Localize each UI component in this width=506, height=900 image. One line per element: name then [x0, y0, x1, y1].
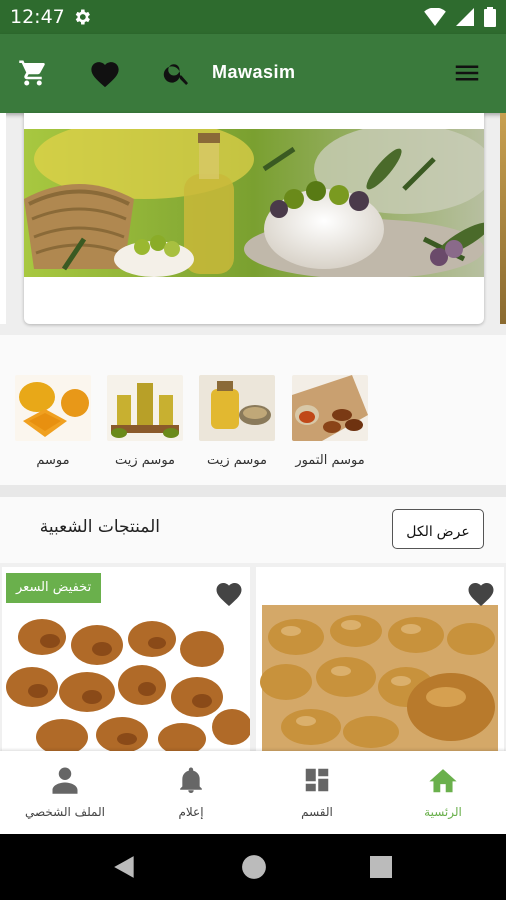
favorites-heart-icon[interactable]: [88, 58, 122, 92]
home-circle-icon[interactable]: [241, 854, 267, 880]
category-oil-season-2[interactable]: موسم زيت: [105, 375, 185, 468]
nav-profile[interactable]: الملف الشخصي: [2, 765, 128, 819]
dashboard-icon: [305, 768, 329, 792]
discount-badge: تخفيض السعر: [6, 573, 102, 603]
view-all-button[interactable]: عرض الكل: [392, 509, 484, 549]
product-card[interactable]: تخفيض السعر: [2, 567, 250, 751]
category-thumbnail: [199, 375, 275, 441]
category-mango-season[interactable]: موسم: [13, 375, 93, 468]
status-time: 12:47: [10, 6, 65, 28]
app-title: Mawasim: [212, 62, 296, 82]
olive-oil-banner-image: [24, 129, 484, 277]
menu-icon[interactable]: [452, 58, 482, 92]
settings-gear-icon: [72, 7, 92, 31]
nav-notifications[interactable]: إعلام: [128, 765, 254, 819]
hero-banner-card[interactable]: [24, 113, 484, 324]
nav-label: الملف الشخصي: [25, 805, 105, 819]
favorite-heart-icon[interactable]: [466, 579, 496, 611]
battery-icon: [484, 7, 496, 27]
person-icon: [52, 767, 78, 794]
app-bar: Mawasim: [0, 34, 506, 113]
category-thumbnail: [15, 375, 91, 441]
category-label: موسم زيت: [206, 453, 268, 468]
popular-products-header: عرض الكل المنتجات الشعبية: [0, 497, 506, 563]
search-icon[interactable]: [162, 58, 192, 92]
cart-icon[interactable]: [18, 58, 48, 92]
category-label: موسم: [36, 453, 70, 468]
favorite-heart-icon[interactable]: [214, 579, 244, 611]
nav-categories[interactable]: القسم: [254, 765, 380, 819]
category-thumbnail: [292, 375, 368, 441]
nav-home[interactable]: الرئسية: [380, 765, 506, 819]
nav-label: القسم: [301, 805, 333, 819]
carousel-prev-peek: [0, 113, 6, 324]
category-oil-season-1[interactable]: موسم زيت: [197, 375, 277, 468]
category-label: موسم التمور: [295, 453, 365, 468]
system-icons: [424, 7, 496, 27]
home-icon: [429, 769, 457, 793]
categories-section: موسم التمور موسم زيت موسم زيت موسم: [0, 335, 506, 485]
nav-label: الرئسية: [424, 805, 462, 819]
bottom-navigation: الرئسية القسم إعلام الملف الشخصي: [0, 751, 506, 834]
category-dates-season[interactable]: موسم التمور: [290, 375, 370, 468]
category-label: موسم زيت: [114, 453, 176, 468]
popular-products-title: المنتجات الشعبية: [39, 517, 160, 537]
system-navigation-bar: [0, 834, 506, 900]
status-bar: 12:47: [0, 0, 506, 34]
wifi-icon: [424, 8, 446, 26]
recents-square-icon[interactable]: [370, 856, 392, 878]
category-thumbnail: [107, 375, 183, 441]
carousel-next-peek: [500, 113, 506, 324]
products-grid: تخفيض السعر: [0, 563, 506, 751]
bell-icon: [180, 767, 202, 793]
signal-icon: [456, 8, 474, 26]
nav-label: إعلام: [178, 805, 204, 819]
product-card[interactable]: [256, 567, 504, 751]
back-icon[interactable]: [112, 854, 138, 880]
section-divider: [0, 485, 506, 497]
